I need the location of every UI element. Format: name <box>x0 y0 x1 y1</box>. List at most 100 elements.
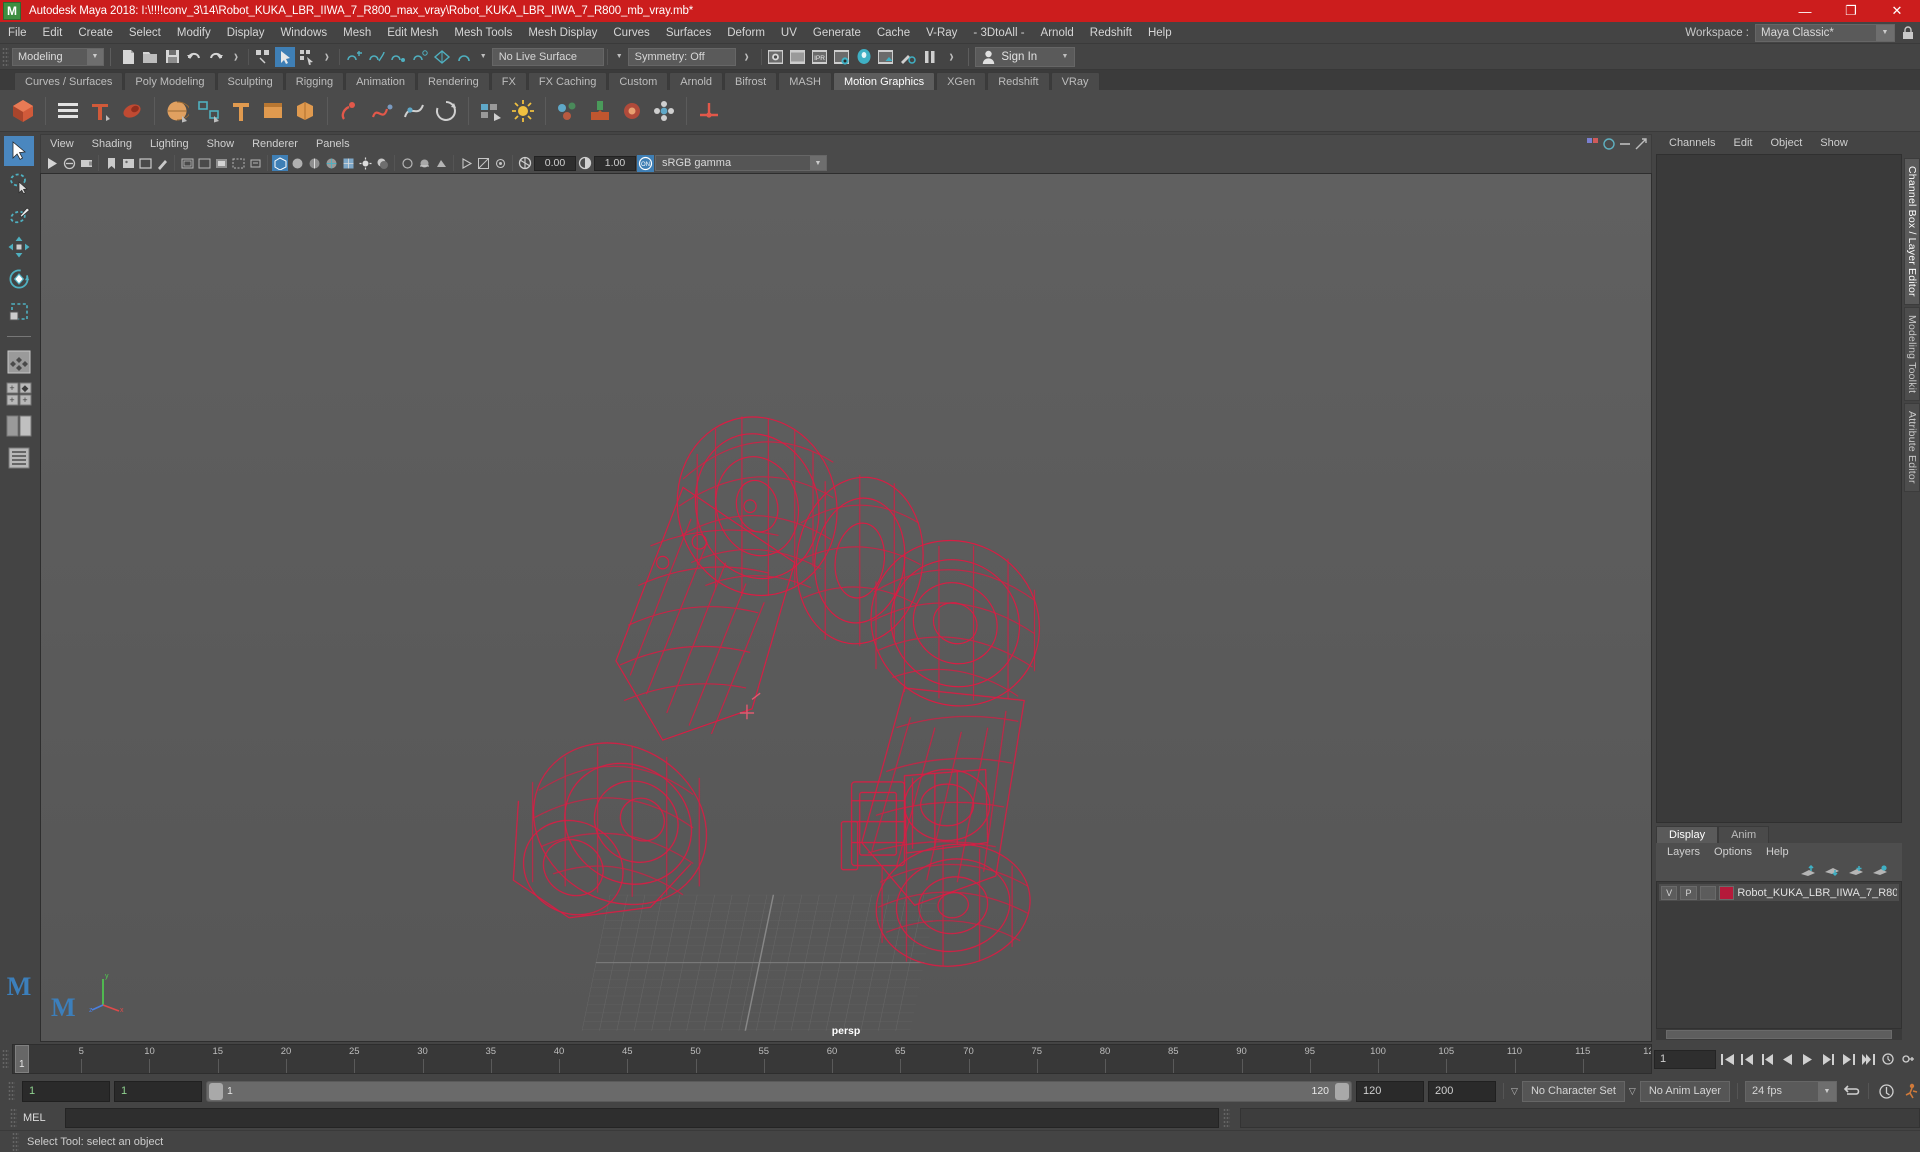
open-scene-icon[interactable] <box>140 47 160 67</box>
move-layer-down-icon[interactable] <box>1824 865 1840 878</box>
mel-label[interactable]: MEL <box>23 1112 65 1124</box>
time-slider[interactable]: 5 10 15 20 25 30 35 40 45 50 55 60 65 70 75 80 85 90 95 100… <box>12 1044 1652 1074</box>
smooth-shade-all-icon[interactable] <box>289 155 305 171</box>
snap-point-icon[interactable] <box>388 47 408 67</box>
menu-item-display[interactable]: Display <box>219 22 273 44</box>
vertical-tab-channel-box-layer-editor[interactable]: Channel Box / Layer Editor <box>1904 158 1920 305</box>
film-gate-icon[interactable] <box>196 155 212 171</box>
mash-list-icon[interactable] <box>53 95 83 127</box>
menu-item-deform[interactable]: Deform <box>719 22 773 44</box>
shelf-tab-vray[interactable]: VRay <box>1050 72 1100 90</box>
gamma-icon[interactable] <box>577 155 593 171</box>
resolution-gate-icon[interactable] <box>179 155 195 171</box>
shelf-tab-curves-surfaces[interactable]: Curves / Surfaces <box>14 72 124 90</box>
go-to-end-icon[interactable] <box>1859 1051 1876 1068</box>
lasso-tool-button[interactable] <box>4 168 34 198</box>
workspace-dropdown[interactable]: Maya Classic* ▼ <box>1755 23 1895 42</box>
menu-item-edit-mesh[interactable]: Edit Mesh <box>379 22 446 44</box>
menu-item-cache[interactable]: Cache <box>869 22 918 44</box>
use-all-lights-icon[interactable] <box>357 155 373 171</box>
layer-horizontal-scrollbar[interactable] <box>1656 1029 1902 1040</box>
anim-layer-field[interactable]: No Anim Layer <box>1639 1080 1730 1102</box>
mash-box-icon[interactable] <box>258 95 288 127</box>
select-component-icon[interactable] <box>297 47 317 67</box>
image-plane-icon[interactable] <box>120 155 136 171</box>
render-current-frame-icon[interactable] <box>766 47 786 67</box>
channel-box-menu-object[interactable]: Object <box>1761 132 1811 154</box>
mash-bevel-icon[interactable] <box>290 95 320 127</box>
move-tool-button[interactable] <box>4 232 34 262</box>
shelf-tab-xgen[interactable]: XGen <box>936 72 987 90</box>
ipr-render-icon[interactable]: IPR <box>810 47 830 67</box>
new-scene-icon[interactable] <box>118 47 138 67</box>
range-right-handle[interactable] <box>1335 1082 1350 1100</box>
range-left-handle[interactable] <box>209 1082 223 1100</box>
animation-end-time-field[interactable]: 200 <box>1428 1080 1497 1102</box>
layer-menu-options[interactable]: Options <box>1707 843 1759 861</box>
shelf-tab-custom[interactable]: Custom <box>608 72 669 90</box>
shelf-tab-fx-caching[interactable]: FX Caching <box>527 72 608 90</box>
paint-select-tool-button[interactable] <box>4 200 34 230</box>
menu-item-surfaces[interactable]: Surfaces <box>658 22 719 44</box>
menu-item-mesh[interactable]: Mesh <box>335 22 379 44</box>
viewport-menu-view[interactable]: View <box>41 135 83 154</box>
menu-item-redshift[interactable]: Redshift <box>1082 22 1140 44</box>
snap-curve-icon[interactable] <box>366 47 386 67</box>
command-grip[interactable] <box>10 1108 17 1128</box>
playback-speed-dropdown[interactable]: 24 fps ▼ <box>1745 1080 1837 1102</box>
vertical-tab-modeling-toolkit[interactable]: Modeling Toolkit <box>1904 306 1920 401</box>
shelf-tab-fx[interactable]: FX <box>490 72 527 90</box>
render-view-icon[interactable] <box>876 47 896 67</box>
mash-trails-icon[interactable] <box>117 95 147 127</box>
mash-type-icon[interactable] <box>226 95 256 127</box>
channel-box-body[interactable] <box>1656 154 1902 823</box>
select-tool-button[interactable] <box>4 136 34 166</box>
expand-arrow-icon[interactable]: ❱ <box>949 53 955 61</box>
viewport-menu-panels[interactable]: Panels <box>307 135 359 154</box>
symmetry-field[interactable]: Symmetry: Off <box>627 47 736 66</box>
grease-pencil-icon[interactable] <box>154 155 170 171</box>
layer-color-swatch[interactable] <box>1718 885 1735 900</box>
viewport-menu-renderer[interactable]: Renderer <box>243 135 307 154</box>
menu-item-generate[interactable]: Generate <box>805 22 869 44</box>
mash-light-icon[interactable] <box>508 95 538 127</box>
menu-item-modify[interactable]: Modify <box>169 22 219 44</box>
perspective-viewport[interactable]: persp y x z M <box>40 173 1652 1042</box>
mash-cluster-icon[interactable] <box>553 95 583 127</box>
mash-sphere-icon[interactable] <box>162 95 192 127</box>
range-start-time-field[interactable]: 1 <box>114 1080 202 1102</box>
auto-key-icon[interactable] <box>1899 1051 1916 1068</box>
safe-title-icon[interactable] <box>247 155 263 171</box>
menu-item-windows[interactable]: Windows <box>272 22 335 44</box>
step-forward-frame-icon[interactable] <box>1819 1051 1836 1068</box>
channel-box-menu-edit[interactable]: Edit <box>1724 132 1761 154</box>
channel-box-menu-show[interactable]: Show <box>1811 132 1857 154</box>
expand-arrow-icon[interactable]: ❱ <box>233 53 239 61</box>
layout-split-button[interactable] <box>4 411 34 441</box>
multisample-aa-icon[interactable] <box>433 155 449 171</box>
lock-camera-icon[interactable] <box>61 155 77 171</box>
color-management-toggle-icon[interactable]: ON <box>637 154 654 172</box>
snap-uv-icon[interactable] <box>454 47 474 67</box>
redo-icon[interactable] <box>206 47 226 67</box>
animation-preferences-icon[interactable] <box>1879 1051 1896 1068</box>
mash-network-icon[interactable] <box>8 95 38 127</box>
wireframe-shading-icon[interactable] <box>272 155 288 171</box>
mash-flower-icon[interactable] <box>649 95 679 127</box>
layer-tab-anim[interactable]: Anim <box>1718 826 1770 843</box>
mash-spiral-icon[interactable] <box>431 95 461 127</box>
snap-view-plane-icon[interactable] <box>432 47 452 67</box>
range-slider[interactable]: 1 120 <box>206 1080 1353 1102</box>
color-profile-dropdown[interactable]: sRGB gamma ▼ <box>655 155 827 171</box>
snap-grid-icon[interactable] <box>344 47 364 67</box>
scrollbar-thumb[interactable] <box>1666 1030 1892 1039</box>
go-to-start-icon[interactable] <box>1719 1051 1736 1068</box>
pause-icon[interactable] <box>920 47 940 67</box>
menu-item-help[interactable]: Help <box>1140 22 1180 44</box>
menu-item-arnold[interactable]: Arnold <box>1033 22 1082 44</box>
shelf-tab-bifrost[interactable]: Bifrost <box>724 72 778 90</box>
play-backwards-icon[interactable] <box>1779 1051 1796 1068</box>
move-layer-up-icon[interactable] <box>1800 864 1816 878</box>
play-forwards-icon[interactable] <box>1799 1051 1816 1068</box>
command-output-field[interactable] <box>1240 1108 1920 1128</box>
